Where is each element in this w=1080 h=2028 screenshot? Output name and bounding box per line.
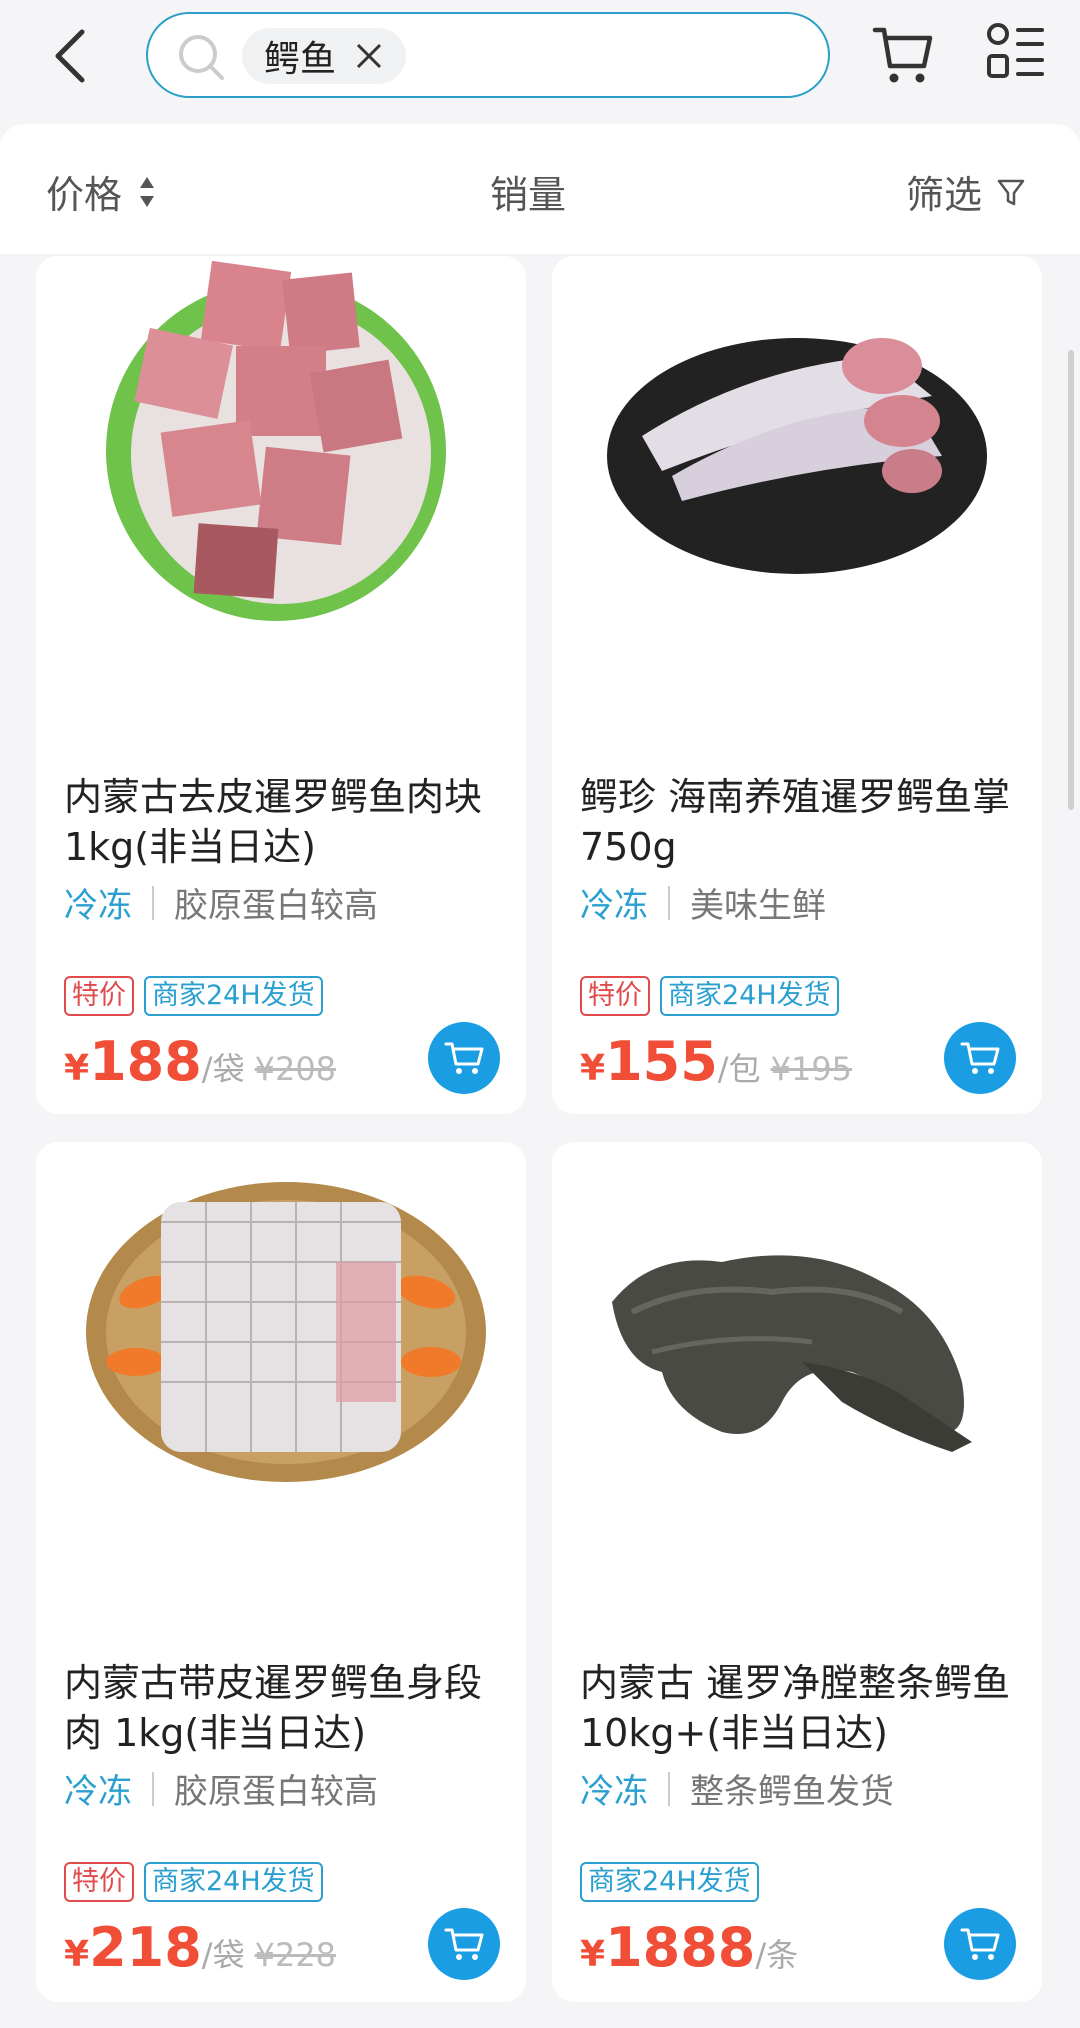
category-menu-icon[interactable] [986, 20, 1046, 84]
product-feature: 胶原蛋白较高 [174, 886, 378, 926]
storage-tag: 冷冻 [580, 886, 648, 926]
scrollbar[interactable] [1068, 350, 1074, 810]
clear-query-icon[interactable] [354, 41, 384, 71]
currency-symbol: ¥ [64, 1048, 90, 1089]
shipping-badge: 商家24H发货 [580, 1862, 759, 1902]
product-card[interactable]: 内蒙古带皮暹罗鳄鱼身段肉 1kg(非当日达) 冷冻 胶原蛋白较高 特价 商家24… [36, 1142, 526, 2002]
product-title: 内蒙古去皮暹罗鳄鱼肉块 1kg(非当日达) [64, 775, 483, 869]
price-row: ¥ 188 /袋 ¥208 [64, 1030, 336, 1093]
currency-symbol: ¥ [64, 1934, 90, 1975]
original-price: ¥228 [254, 1936, 337, 1974]
shipping-badge: 商家24H发货 [144, 1862, 323, 1902]
product-title: 内蒙古带皮暹罗鳄鱼身段肉 1kg(非当日达) [64, 1661, 483, 1755]
search-icon [179, 35, 224, 80]
special-price-badge: 特价 [64, 1862, 134, 1902]
currency-symbol: ¥ [580, 1934, 606, 1975]
sort-bar: 价格 销量 筛选 [0, 124, 1080, 254]
product-feature: 整条鳄鱼发货 [690, 1772, 894, 1812]
product-tags: 冷冻 胶原蛋白较高 [64, 878, 378, 927]
storage-tag: 冷冻 [64, 886, 132, 926]
price-value: 155 [605, 1030, 718, 1093]
special-price-badge: 特价 [64, 976, 134, 1016]
price-unit: /包 [717, 1050, 761, 1088]
product-title: 内蒙古 暹罗净膛整条鳄鱼 10kg+(非当日达) [580, 1661, 1011, 1755]
price-row: ¥ 155 /包 ¥195 [580, 1030, 852, 1093]
product-image [36, 256, 526, 756]
original-price: ¥208 [254, 1050, 337, 1088]
storage-tag: 冷冻 [64, 1772, 132, 1812]
product-feature: 美味生鲜 [690, 886, 826, 926]
search-query-text: 鳄鱼 [264, 39, 337, 80]
product-badges: 特价 商家24H发货 [580, 976, 849, 1016]
special-price-badge: 特价 [580, 976, 650, 1016]
product-tags: 冷冻 整条鳄鱼发货 [580, 1764, 894, 1813]
price-value: 1888 [605, 1916, 756, 1979]
product-image [552, 1142, 1042, 1642]
search-query-chip[interactable]: 鳄鱼 [242, 28, 407, 84]
product-title: 鳄珍 海南养殖暹罗鳄鱼掌 750g [580, 775, 1011, 869]
original-price: ¥195 [770, 1050, 853, 1088]
sort-updown-icon [140, 176, 155, 207]
product-tags: 冷冻 美味生鲜 [580, 878, 826, 927]
add-to-cart-button[interactable] [944, 1908, 1016, 1980]
price-unit: /袋 [201, 1936, 245, 1974]
price-row: ¥ 218 /袋 ¥228 [64, 1916, 336, 1979]
sort-sales-label: 销量 [490, 173, 567, 217]
product-card[interactable]: 内蒙古 暹罗净膛整条鳄鱼 10kg+(非当日达) 冷冻 整条鳄鱼发货 商家24H… [552, 1142, 1042, 2002]
product-image [36, 1142, 526, 1642]
sort-by-sales[interactable]: 销量 [490, 164, 566, 219]
shipping-badge: 商家24H发货 [144, 976, 323, 1016]
product-card[interactable]: 内蒙古去皮暹罗鳄鱼肉块 1kg(非当日达) 冷冻 胶原蛋白较高 特价 商家24H… [36, 256, 526, 1114]
product-tags: 冷冻 胶原蛋白较高 [64, 1764, 378, 1813]
cart-icon [444, 1042, 484, 1074]
search-box[interactable]: 鳄鱼 [146, 12, 830, 98]
shipping-badge: 商家24H发货 [660, 976, 839, 1016]
product-image [552, 256, 1042, 756]
sort-price-label: 价格 [46, 173, 123, 217]
product-badges: 特价 商家24H发货 [64, 976, 333, 1016]
sort-by-price[interactable]: 价格 [46, 164, 156, 219]
cart-icon[interactable] [872, 22, 934, 86]
tag-divider [668, 885, 670, 920]
product-badges: 特价 商家24H发货 [64, 1862, 333, 1902]
tag-divider [668, 1771, 670, 1806]
product-feature: 胶原蛋白较高 [174, 1772, 378, 1812]
price-value: 218 [89, 1916, 202, 1979]
tag-divider [152, 1771, 154, 1806]
filter-icon [997, 179, 1025, 205]
price-unit: /袋 [201, 1050, 245, 1088]
add-to-cart-button[interactable] [944, 1022, 1016, 1094]
price-unit: /条 [755, 1936, 799, 1974]
currency-symbol: ¥ [580, 1048, 606, 1089]
tag-divider [152, 885, 154, 920]
product-card[interactable]: 鳄珍 海南养殖暹罗鳄鱼掌 750g 冷冻 美味生鲜 特价 商家24H发货 ¥ 1… [552, 256, 1042, 1114]
price-row: ¥ 1888 /条 [580, 1916, 798, 1979]
price-value: 188 [89, 1030, 202, 1093]
add-to-cart-button[interactable] [428, 1908, 500, 1980]
add-to-cart-button[interactable] [428, 1022, 500, 1094]
top-bar: 鳄鱼 [0, 0, 1080, 120]
cart-icon [960, 1042, 1000, 1074]
filter-button[interactable]: 筛选 [906, 164, 1026, 219]
back-arrow-icon[interactable] [48, 26, 98, 86]
product-badges: 商家24H发货 [580, 1862, 769, 1902]
storage-tag: 冷冻 [580, 1772, 648, 1812]
cart-icon [444, 1928, 484, 1960]
cart-icon [960, 1928, 1000, 1960]
filter-label: 筛选 [906, 173, 983, 217]
